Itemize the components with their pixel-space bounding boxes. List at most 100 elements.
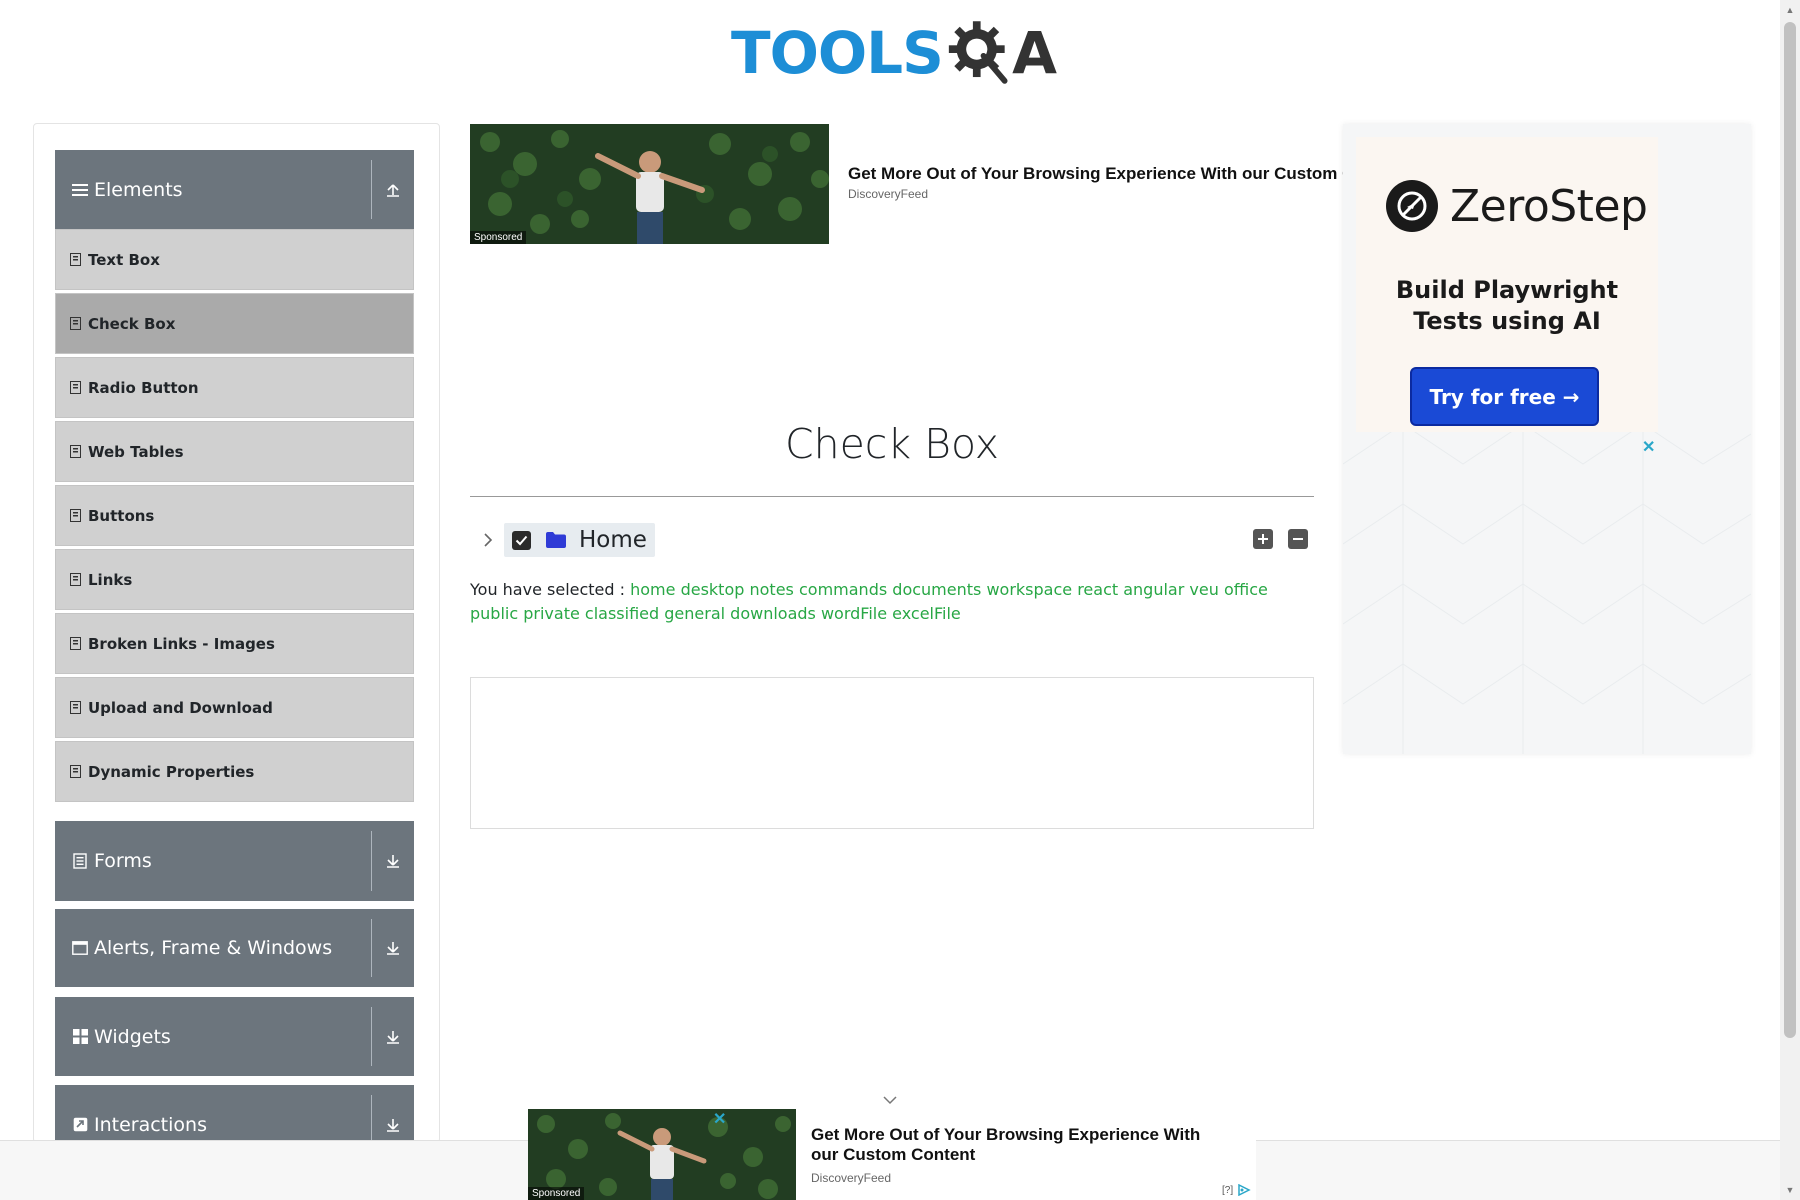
menu-item-label: Upload and Download: [88, 698, 273, 717]
selected-item: public: [470, 604, 519, 623]
checkbox-tree: Home: [470, 522, 1314, 558]
menu-item-links[interactable]: Links: [55, 549, 414, 610]
zerostep-logo-icon: [1386, 180, 1438, 232]
ad-image[interactable]: Sponsored: [470, 124, 829, 244]
group-label: Forms: [94, 850, 152, 872]
adchoices-label: [?]: [1222, 1184, 1234, 1196]
selected-item: wordFile: [820, 604, 888, 623]
empty-panel: [470, 677, 1314, 829]
group-label: Widgets: [94, 1025, 171, 1048]
element-icon: [70, 317, 81, 330]
menu-item-label: Buttons: [88, 506, 155, 525]
group-header-widgets[interactable]: Widgets: [55, 997, 414, 1076]
sponsored-label: Sponsored: [528, 1187, 585, 1200]
group-label: Elements: [94, 178, 183, 201]
ad-source[interactable]: DiscoveryFeed: [811, 1171, 891, 1185]
ad-photo: [470, 124, 829, 244]
gear-magnifier-icon: [948, 21, 1008, 84]
menu-item-label: Text Box: [88, 250, 160, 269]
elements-menu: Text Box Check Box Radio Button Web Tabl…: [55, 229, 414, 805]
expand-down-icon[interactable]: [380, 935, 406, 961]
scrollbar-thumb[interactable]: [1784, 22, 1796, 1038]
right-ad-banner[interactable]: ZeroStep Build Playwright Tests using AI…: [1343, 124, 1751, 754]
expand-all-icon[interactable]: [1253, 529, 1273, 549]
expand-down-icon[interactable]: [380, 1024, 406, 1050]
zerostep-brand-name: ZeroStep: [1450, 180, 1648, 232]
menu-item-web-tables[interactable]: Web Tables: [55, 421, 414, 482]
top-ad-banner[interactable]: Sponsored Get More Out of Your Browsing …: [470, 124, 1346, 244]
group-header-interactions[interactable]: Interactions: [55, 1085, 414, 1142]
menu-item-check-box[interactable]: Check Box: [55, 293, 414, 354]
group-label: Interactions: [94, 1113, 207, 1136]
headline-line: Build Playwright: [1395, 276, 1619, 304]
menu-item-dynamic-properties[interactable]: Dynamic Properties: [55, 741, 414, 802]
group-header-elements[interactable]: Elements: [55, 150, 414, 229]
menu-item-buttons[interactable]: Buttons: [55, 485, 414, 546]
collapse-all-icon[interactable]: [1288, 529, 1308, 549]
ad-close-icon[interactable]: ✕: [713, 1109, 726, 1129]
toolsqa-logo[interactable]: TOOLS A: [731, 14, 1057, 92]
ad-image[interactable]: Sponsored: [528, 1109, 796, 1200]
selected-item: office: [1223, 580, 1268, 599]
menu-item-text-box[interactable]: Text Box: [55, 229, 414, 290]
selected-item: angular: [1123, 580, 1185, 599]
result-prefix: You have selected :: [470, 580, 626, 599]
adchoices[interactable]: [?]: [1222, 1184, 1251, 1196]
expand-chevron-icon[interactable]: [478, 530, 498, 550]
ad-close-icon[interactable]: ✕: [1642, 437, 1655, 457]
menu-item-upload-download[interactable]: Upload and Download: [55, 677, 414, 738]
bottom-ad-banner[interactable]: Sponsored Get More Out of Your Browsing …: [528, 1109, 1256, 1200]
collapse-up-icon[interactable]: [380, 177, 406, 203]
selected-result: You have selected : home desktop notes c…: [470, 578, 1314, 626]
headline-line: Tests using AI: [1413, 307, 1601, 335]
element-icon: [70, 445, 81, 458]
element-icon: [70, 765, 81, 778]
selected-item: workspace: [986, 580, 1073, 599]
selected-item: home: [630, 580, 676, 599]
checked-checkbox-icon[interactable]: [512, 530, 531, 550]
element-icon: [70, 509, 81, 522]
sponsored-label: Sponsored: [470, 231, 527, 244]
group-label: Alerts, Frame & Windows: [94, 937, 333, 959]
scroll-up-icon[interactable]: ▲: [1784, 4, 1796, 16]
selected-item: react: [1077, 580, 1119, 599]
element-icon: [70, 637, 81, 650]
ad-headline[interactable]: Get More Out of Your Browsing Experience…: [811, 1125, 1221, 1165]
zerostep-card[interactable]: ZeroStep Build Playwright Tests using AI…: [1356, 137, 1658, 432]
try-for-free-button[interactable]: Try for free →: [1410, 367, 1599, 426]
group-header-forms[interactable]: Forms: [55, 821, 414, 901]
menu-item-label: Dynamic Properties: [88, 762, 255, 781]
element-icon: [70, 381, 81, 394]
collapse-ad-chevron-icon[interactable]: [882, 1094, 898, 1106]
adchoices-icon: [1238, 1184, 1251, 1196]
ad-source[interactable]: DiscoveryFeed: [848, 187, 928, 201]
selected-item: downloads: [730, 604, 816, 623]
form-icon: [72, 853, 88, 869]
hamburger-icon: [72, 182, 88, 198]
menu-item-radio-button[interactable]: Radio Button: [55, 357, 414, 418]
element-icon: [70, 573, 81, 586]
expand-down-icon[interactable]: [380, 848, 406, 874]
logo-a-text: A: [1012, 19, 1057, 87]
page-title: Check Box: [784, 420, 1000, 468]
folder-icon: [546, 532, 566, 548]
menu-item-broken-links[interactable]: Broken Links - Images: [55, 613, 414, 674]
selected-item: documents: [892, 580, 982, 599]
selected-item: desktop: [680, 580, 745, 599]
menu-item-label: Radio Button: [88, 378, 199, 397]
element-icon: [70, 701, 81, 714]
menu-item-label: Links: [88, 570, 133, 589]
menu-item-label: Check Box: [88, 314, 176, 333]
ad-headline: Build Playwright Tests using AI: [1356, 275, 1658, 337]
group-header-alerts[interactable]: Alerts, Frame & Windows: [55, 909, 414, 987]
selected-item: notes: [749, 580, 794, 599]
left-panel: Elements Text Box Check Box Radio Button…: [33, 123, 440, 1143]
tree-node-home[interactable]: Home: [504, 523, 655, 557]
zerostep-brand: ZeroStep: [1385, 179, 1648, 233]
ad-headline[interactable]: Get More Out of Your Browsing Experience…: [848, 164, 1346, 184]
expand-down-icon[interactable]: [380, 1112, 406, 1138]
page-scrollbar[interactable]: ▲ ▼: [1780, 0, 1800, 1200]
scroll-down-icon[interactable]: ▼: [1784, 1184, 1796, 1196]
grid-icon: [72, 1029, 88, 1045]
selected-item: commands: [798, 580, 888, 599]
